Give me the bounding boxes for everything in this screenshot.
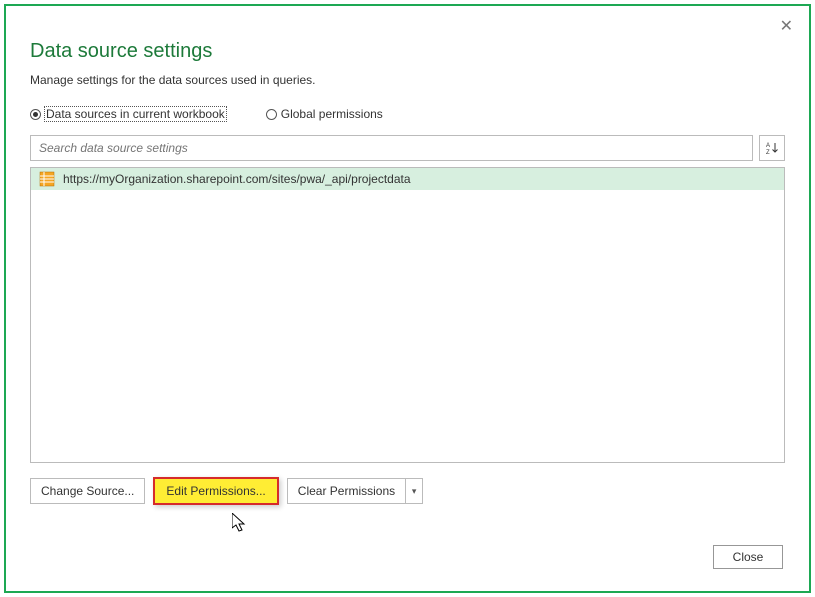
svg-text:A: A [766, 143, 770, 149]
dialog-subtitle: Manage settings for the data sources use… [30, 73, 785, 87]
radio-icon [266, 109, 277, 120]
sort-az-icon: A Z [765, 141, 779, 155]
close-button[interactable]: Close [713, 545, 783, 569]
radio-global-permissions[interactable]: Global permissions [266, 107, 383, 121]
list-item[interactable]: https://myOrganization.sharepoint.com/si… [31, 168, 784, 190]
data-sources-list[interactable]: https://myOrganization.sharepoint.com/si… [30, 167, 785, 463]
radio-label: Data sources in current workbook [45, 107, 226, 121]
change-source-button[interactable]: Change Source... [30, 478, 145, 504]
mouse-cursor-icon [232, 513, 250, 535]
clear-permissions-dropdown[interactable]: ▾ [405, 478, 423, 504]
radio-icon [30, 109, 41, 120]
clear-permissions-split-button: Clear Permissions ▾ [287, 478, 423, 504]
sort-button[interactable]: A Z [759, 135, 785, 161]
clear-permissions-button[interactable]: Clear Permissions [287, 478, 405, 504]
dialog-title: Data source settings [30, 40, 785, 63]
search-input[interactable] [30, 135, 753, 161]
close-icon[interactable]: ✕ [780, 16, 793, 36]
footer-row: Close [713, 545, 783, 569]
edit-permissions-button[interactable]: Edit Permissions... [153, 477, 278, 505]
scope-radio-group: Data sources in current workbook Global … [30, 107, 785, 121]
svg-text:Z: Z [766, 150, 770, 155]
chevron-down-icon: ▾ [412, 486, 417, 497]
radio-current-workbook[interactable]: Data sources in current workbook [30, 107, 226, 121]
data-source-table-icon [39, 171, 55, 187]
radio-label: Global permissions [281, 107, 383, 121]
list-item-url: https://myOrganization.sharepoint.com/si… [63, 172, 411, 186]
search-row: A Z [30, 135, 785, 161]
action-button-row: Change Source... Edit Permissions... Cle… [30, 477, 785, 505]
data-source-settings-dialog: ✕ Data source settings Manage settings f… [8, 8, 807, 589]
